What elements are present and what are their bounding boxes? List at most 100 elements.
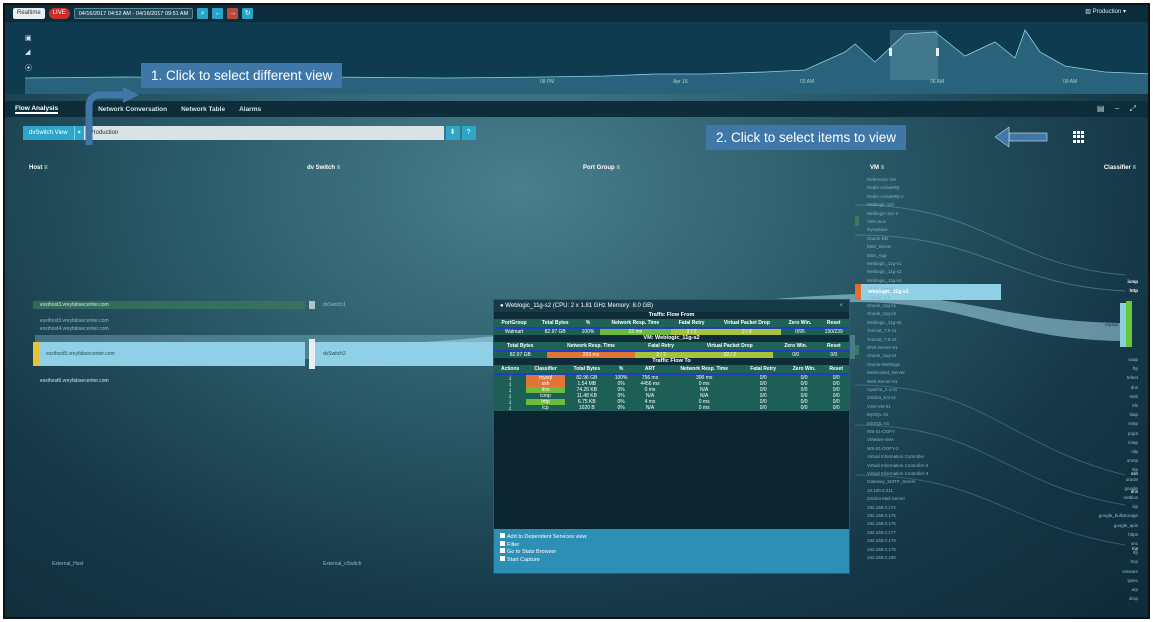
- classifier-list-item[interactable]: smb: [1129, 394, 1138, 399]
- classifier-list-item[interactable]: telnet: [1127, 375, 1138, 380]
- classifier-label[interactable]: mysql: [1105, 322, 1118, 327]
- classifier-list-item[interactable]: arp: [1131, 587, 1138, 592]
- action-stats-browser[interactable]: Go to Stats Browser: [500, 548, 843, 556]
- vm-list-item[interactable]: Redis-ActiveMQ-2: [867, 194, 904, 199]
- vm-list-item[interactable]: WS-01-OOFY: [867, 429, 895, 434]
- column-header-host[interactable]: Host ≡: [29, 165, 48, 171]
- traffic-from-table: PortGroup Total Bytes% Network Resp. Time F…: [494, 319, 849, 335]
- host-label[interactable]: External_Host: [47, 560, 83, 568]
- vm-list-item[interactable]: Tomcat_7.0-s2: [867, 337, 897, 342]
- classifier-list-item[interactable]: dns: [1131, 385, 1138, 390]
- host-label[interactable]: esxihost3.vreyfabsecenter.com: [35, 317, 109, 325]
- vm-list-item[interactable]: Oracle-Weblogic: [867, 362, 900, 367]
- classifier-list-item[interactable]: vmware: [1122, 569, 1138, 574]
- vm-list-item[interactable]: Virtual Information Controller: [867, 454, 924, 459]
- grid-icon[interactable]: [1073, 131, 1085, 143]
- switch-label[interactable]: dvSwitch1: [318, 301, 346, 309]
- vm-list-item[interactable]: Web-Server-01: [867, 379, 897, 384]
- classifier-list-item[interactable]: soap: [1128, 357, 1138, 362]
- host-label[interactable]: esxihost5.vreyfabsecenter.com: [41, 350, 115, 358]
- vm-list-item[interactable]: JBoss_Server: [867, 286, 895, 291]
- export-icon[interactable]: ⤓: [494, 405, 526, 411]
- host-label[interactable]: esxihost4.vreyfabsecenter.com: [35, 325, 109, 333]
- vm-list-item[interactable]: Oracle_11g-s1: [867, 303, 896, 308]
- classifier-label[interactable]: icmp: [1127, 279, 1138, 284]
- vm-list-item[interactable]: Tomcat_7.0: [867, 295, 890, 300]
- column-header-classifier[interactable]: Classifier ≡: [1104, 165, 1136, 171]
- vm-list-item[interactable]: Oracle_11g-s2: [867, 311, 896, 316]
- switch-label[interactable]: External_vSwitch: [318, 560, 361, 568]
- column-header-portgroup[interactable]: Port Group ≡: [583, 165, 620, 171]
- classifier-list-item[interactable]: google_apis: [1114, 523, 1138, 528]
- vm-list-item[interactable]: WS-01-OOFY-2: [867, 446, 899, 451]
- vm-list-item[interactable]: Virtual Information Controller-2: [867, 463, 928, 468]
- vm-list-item[interactable]: MSSQL-01: [867, 421, 889, 426]
- classifier-list-item[interactable]: rdp: [1131, 449, 1138, 454]
- classifier-list-item[interactable]: snmp: [1127, 458, 1138, 463]
- vm-list-item[interactable]: Dynatrace: [867, 227, 888, 232]
- close-icon[interactable]: ×: [839, 300, 843, 312]
- vm-list-item[interactable]: Weblogic-12c: [867, 202, 894, 207]
- vm-list-item[interactable]: 192.168.0.179: [867, 547, 896, 552]
- vm-list-item[interactable]: Zimbra_8.6-s1: [867, 395, 896, 400]
- classifier-list-item[interactable]: https: [1128, 532, 1138, 537]
- vm-list-item[interactable]: VM-Linux: [867, 219, 886, 224]
- action-filter[interactable]: Filter: [500, 540, 843, 549]
- host-label[interactable]: esxihost3.vreyfabsecenter.com: [35, 301, 109, 309]
- vm-list-item[interactable]: 192.168.0.174: [867, 505, 896, 510]
- vm-list-item[interactable]: VSS-VM-01: [867, 404, 891, 409]
- classifier-list-item[interactable]: rtp: [1133, 550, 1138, 555]
- classifier-list-item[interactable]: rtcp: [1130, 559, 1138, 564]
- classifier-list-item[interactable]: google: [1124, 486, 1138, 491]
- classifier-list-item[interactable]: netbios: [1123, 495, 1138, 500]
- classifier-list-item[interactable]: vnc: [1131, 541, 1138, 546]
- vm-list-item[interactable]: Virtual Information Controller-3: [867, 471, 928, 476]
- classifier-list-item[interactable]: ntp: [1132, 467, 1138, 472]
- vm-list-item[interactable]: Weblogic_11g-s3: [867, 269, 901, 274]
- vm-list-item[interactable]: 192.168.0.178: [867, 538, 896, 543]
- vm-list-item[interactable]: Tomcat_7.0-s1: [867, 328, 897, 333]
- host-label[interactable]: esxihost6.vreyfabsecenter.com: [35, 377, 109, 385]
- vm-list-item[interactable]: 192.168.0.177: [867, 530, 896, 535]
- vm-list-item[interactable]: Redis-ActiveMQ: [867, 185, 900, 190]
- vm-list-item[interactable]: Oracle_11g-s3: [867, 353, 896, 358]
- classifier-list-item[interactable]: imap: [1128, 440, 1138, 445]
- vm-list-item[interactable]: 192.168.0.180: [867, 555, 896, 560]
- column-header-switch[interactable]: dv Switch ≡: [307, 165, 340, 171]
- vm-list-item[interactable]: EBS_Server: [867, 244, 892, 249]
- vm-list-item[interactable]: Websocket_Server: [867, 370, 905, 375]
- classifier-list-item[interactable]: smtp: [1128, 421, 1138, 426]
- action-start-capture[interactable]: Start Capture: [500, 555, 843, 564]
- action-add-dependent[interactable]: Add to Dependent Services view: [500, 533, 843, 541]
- vm-list-item[interactable]: EBS_App: [867, 253, 887, 258]
- vm-list-item[interactable]: VMware-vMA: [867, 437, 894, 442]
- classifier-list-item[interactable]: ldap: [1129, 412, 1138, 417]
- vm-list-item[interactable]: Weblogic-12c-2: [867, 211, 898, 216]
- vm-list-item[interactable]: Zimbra Mail Server: [867, 496, 905, 501]
- vm-list-item[interactable]: Oracle-DB: [867, 236, 888, 241]
- vm-list-item[interactable]: 10.100.0.211: [867, 488, 893, 493]
- vm-list-item[interactable]: 192.168.0.175: [867, 513, 896, 518]
- checkbox-icon: [500, 548, 505, 553]
- vm-list-item[interactable]: Weblogic_11g-s5: [867, 320, 901, 325]
- vm-list-item[interactable]: Gateway_SMTP_Server: [867, 479, 916, 484]
- classifier-list-item[interactable]: ftp: [1133, 366, 1138, 371]
- traffic-to-table: Actions Classifier Total Bytes% ART Network …: [494, 365, 849, 411]
- vm-list-item[interactable]: Reference VM: [867, 177, 896, 182]
- column-header-vm[interactable]: VM ≡: [870, 165, 884, 171]
- classifier-list-item[interactable]: google_bulkstorage: [1099, 513, 1138, 518]
- switch-label[interactable]: dvSwitch2: [318, 350, 346, 358]
- classifier-list-item[interactable]: nfs: [1132, 403, 1138, 408]
- vm-list-item[interactable]: 192.168.0.176: [867, 521, 896, 526]
- classifier-list-item[interactable]: drop: [1129, 596, 1138, 601]
- classifier-list-item[interactable]: sip: [1132, 504, 1138, 509]
- classifier-list-item[interactable]: pop3: [1128, 431, 1138, 436]
- vm-list-item[interactable]: DNS-Server-01: [867, 345, 898, 350]
- vm-list-item[interactable]: Weblogic_11g-s4: [867, 278, 901, 283]
- vm-list-item[interactable]: Weblogic_11g-s1: [867, 261, 901, 266]
- classifier-label[interactable]: http: [1130, 288, 1139, 293]
- classifier-list-item[interactable]: oracle: [1126, 477, 1138, 482]
- vm-list-item[interactable]: MySQL-01: [867, 412, 889, 417]
- vm-list-item[interactable]: Apache_2.4-s1: [867, 387, 897, 392]
- classifier-list-item[interactable]: ipsec: [1127, 578, 1138, 583]
